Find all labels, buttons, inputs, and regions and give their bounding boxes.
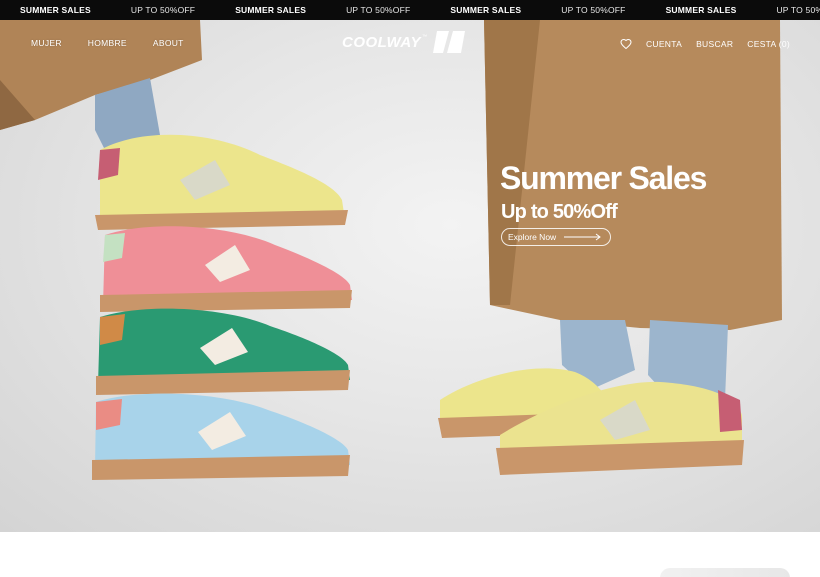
sneaker-green <box>96 308 350 395</box>
sneaker-yellow <box>95 134 348 230</box>
nav-link-hombre[interactable]: HOMBRE <box>88 38 127 48</box>
announcement-item: UP TO 50%OFF <box>561 5 626 15</box>
announcement-item: UP TO 50%OFF <box>130 5 196 15</box>
nav-link-about[interactable]: ABOUT <box>153 38 184 48</box>
search-link[interactable]: BUSCAR <box>696 39 733 49</box>
announcement-track: SUMMER SALES UP TO 50%OFF SUMMER SALES UP T… <box>0 0 820 20</box>
explore-now-button[interactable]: Explore Now <box>501 228 611 246</box>
announcement-item: SUMMER SALES <box>235 5 307 15</box>
hero-banner[interactable]: MUJER HOMBRE ABOUT COOLWAY ™ CUENTA BUSC… <box>0 20 820 532</box>
nav-link-mujer[interactable]: MUJER <box>31 38 62 48</box>
logo-trademark: ™ <box>422 34 428 40</box>
hero-subtitle: Up to 50%Off <box>501 201 618 223</box>
site-logo[interactable]: COOLWAY ™ <box>342 31 466 53</box>
long-arrow-right-icon <box>564 233 602 241</box>
header-actions: CUENTA BUSCAR CESTA (0) <box>620 38 790 50</box>
logo-mark-icon <box>433 31 466 53</box>
sneaker-blue <box>92 393 350 480</box>
cart-link[interactable]: CESTA (0) <box>747 39 790 49</box>
logo-wordmark: COOLWAY <box>342 33 422 51</box>
explore-now-label: Explore Now <box>508 232 557 242</box>
announcement-item: UP TO 50%OFF <box>776 5 820 15</box>
announcement-item: SUMMER SALES <box>450 5 522 15</box>
announcement-item: UP TO 50%OFF <box>346 5 411 15</box>
hero-title: Summer Sales <box>500 160 707 196</box>
account-link[interactable]: CUENTA <box>646 39 682 49</box>
announcement-item: SUMMER SALES <box>665 5 737 15</box>
hero-photo <box>0 20 782 480</box>
content-below-hero <box>0 532 820 577</box>
sneaker-pink <box>100 226 352 312</box>
main-nav: MUJER HOMBRE ABOUT <box>31 38 210 48</box>
announcement-item: SUMMER SALES <box>20 5 91 15</box>
heart-icon[interactable] <box>620 38 632 50</box>
announcement-bar: SUMMER SALES UP TO 50%OFF SUMMER SALES UP T… <box>0 0 820 20</box>
decorative-card-edge <box>660 568 790 577</box>
